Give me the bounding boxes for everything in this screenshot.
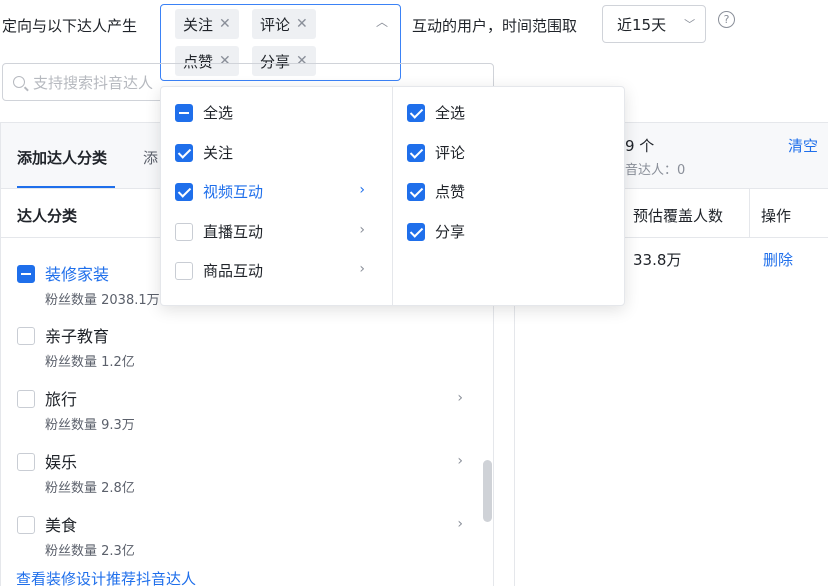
tab-add-category[interactable]: 添加达人分类 (17, 147, 107, 168)
category-name: 旅行 (45, 390, 78, 409)
checkbox[interactable] (17, 327, 35, 345)
option-label: 点赞 (435, 183, 466, 201)
time-range-value: 近15天 (617, 15, 667, 34)
category-fans: 粉丝数量 9.3万 (45, 418, 135, 433)
option-label: 评论 (435, 144, 466, 162)
checkbox[interactable] (407, 144, 425, 162)
close-icon[interactable]: ✕ (219, 16, 231, 32)
option-label: 分享 (435, 223, 466, 241)
section-header: 达人分类 (17, 207, 78, 225)
interaction-dropdown: 全选 关注 视频互动 › 直播互动 › 商品互动 › 全选 评论 点赞 分享 (160, 86, 625, 306)
option-label: 视频互动 (203, 183, 264, 201)
tag-label: 关注 (183, 15, 214, 34)
selected-count: 9 个 (625, 137, 655, 155)
list-item[interactable]: 美食 粉丝数量 2.3亿 › (17, 512, 477, 560)
checkbox[interactable] (175, 183, 193, 201)
checkbox[interactable] (175, 104, 193, 122)
clear-button[interactable]: 清空 (788, 135, 818, 156)
list-item[interactable]: 旅行 粉丝数量 9.3万 › (17, 386, 477, 434)
checkbox[interactable] (17, 453, 35, 471)
scrollbar[interactable] (483, 460, 492, 522)
chevron-right-icon[interactable]: › (457, 516, 463, 532)
recommend-link[interactable]: 查看装修设计推荐抖音达人 (16, 568, 196, 586)
checkbox[interactable] (175, 262, 193, 280)
time-range-select[interactable]: 近15天 ﹀ (602, 5, 706, 43)
chevron-right-icon: › (359, 222, 365, 238)
checkbox[interactable] (17, 516, 35, 534)
tab-add-other[interactable]: 添 (143, 147, 158, 168)
checkbox[interactable] (407, 223, 425, 241)
option-label: 商品互动 (203, 262, 264, 280)
tag-follow: 关注 ✕ (175, 9, 239, 39)
category-fans: 粉丝数量 2038.1万 (45, 293, 160, 308)
checkbox[interactable] (175, 144, 193, 162)
selected-subtitle: 音达人：0 (625, 163, 686, 178)
tag-comment: 评论 ✕ (252, 9, 316, 39)
option-label: 关注 (203, 144, 234, 162)
dropdown-option-video-interaction[interactable]: 视频互动 › (161, 180, 371, 204)
dropdown-option-live-interaction[interactable]: 直播互动 › (161, 220, 371, 244)
chevron-right-icon[interactable]: › (457, 390, 463, 406)
checkbox[interactable] (407, 183, 425, 201)
category-name: 亲子教育 (45, 327, 110, 346)
chevron-up-icon[interactable]: ︿ (376, 13, 388, 30)
search-icon (13, 76, 25, 88)
chevron-right-icon: › (359, 261, 365, 277)
list-item[interactable]: 亲子教育 粉丝数量 1.2亿 (17, 323, 477, 371)
column-divider (749, 189, 750, 237)
dropdown-sub-share[interactable]: 分享 (393, 220, 603, 244)
search-placeholder: 支持搜索抖音达人 (33, 73, 154, 92)
category-name: 装修家装 (45, 265, 110, 284)
chevron-down-icon: ﹀ (684, 18, 696, 31)
tag-label: 评论 (260, 15, 291, 34)
category-fans: 粉丝数量 1.2亿 (45, 355, 135, 370)
chevron-right-icon: › (359, 182, 365, 198)
close-icon[interactable]: ✕ (296, 16, 308, 32)
delete-button[interactable]: 删除 (763, 249, 793, 270)
dropdown-option-product-interaction[interactable]: 商品互动 › (161, 259, 371, 283)
column-header-coverage: 预估覆盖人数 (633, 207, 724, 225)
checkbox[interactable] (17, 390, 35, 408)
option-label: 直播互动 (203, 223, 264, 241)
dropdown-option-select-all[interactable]: 全选 (161, 101, 371, 125)
filter-middle-label: 互动的用户，时间范围取 (412, 17, 578, 35)
category-fans: 粉丝数量 2.3亿 (45, 544, 135, 559)
dropdown-sub-like[interactable]: 点赞 (393, 180, 603, 204)
checkbox[interactable] (407, 104, 425, 122)
category-name: 娱乐 (45, 453, 78, 472)
help-icon[interactable]: ? (718, 11, 735, 28)
tab-underline (17, 186, 115, 188)
checkbox[interactable] (175, 223, 193, 241)
dropdown-sub-select-all[interactable]: 全选 (393, 101, 603, 125)
option-label: 全选 (435, 104, 466, 122)
dropdown-sub-comment[interactable]: 评论 (393, 141, 603, 165)
checkbox[interactable] (17, 265, 35, 283)
category-fans: 粉丝数量 2.8亿 (45, 481, 135, 496)
column-header-action: 操作 (761, 207, 792, 225)
category-name: 美食 (45, 516, 78, 535)
list-item[interactable]: 娱乐 粉丝数量 2.8亿 › (17, 449, 477, 497)
filter-prefix-label: 定向与以下达人产生 (2, 17, 138, 35)
option-label: 全选 (203, 104, 234, 122)
dropdown-option-follow[interactable]: 关注 (161, 141, 371, 165)
chevron-right-icon[interactable]: › (457, 453, 463, 469)
cell-coverage: 33.8万 (633, 251, 682, 269)
